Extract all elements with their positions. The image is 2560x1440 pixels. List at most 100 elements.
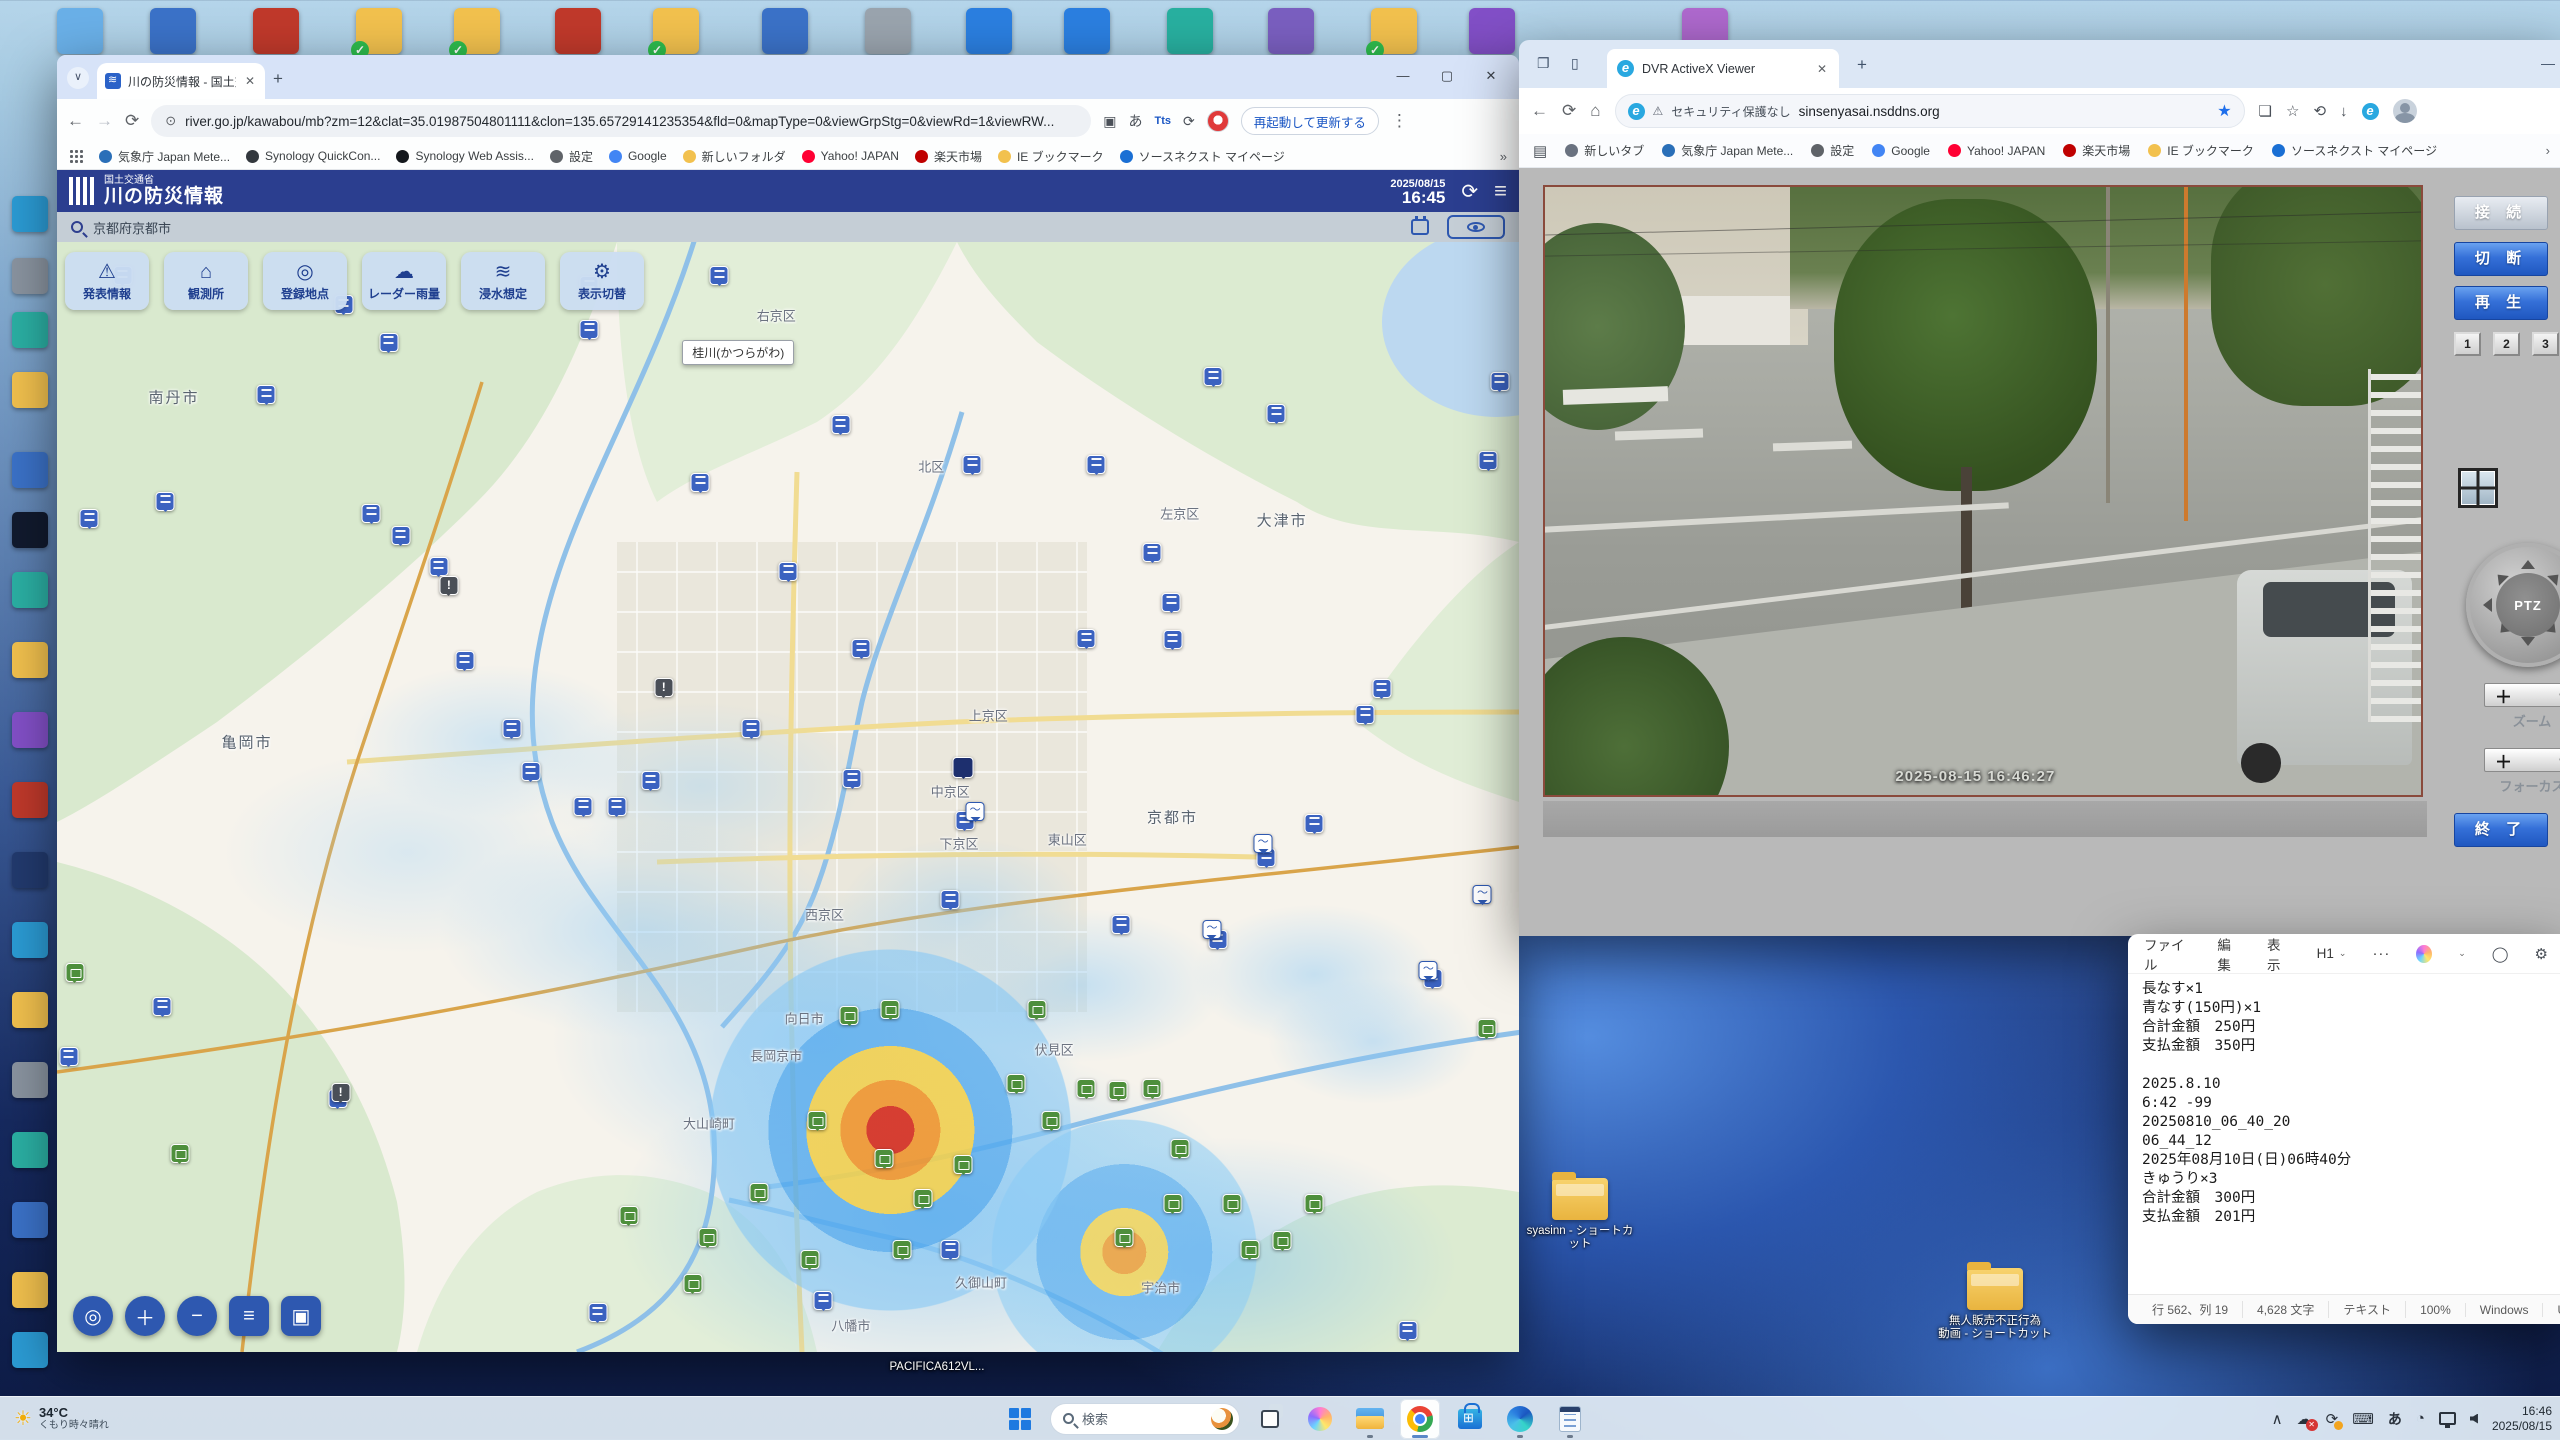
desktop-icon[interactable] — [12, 452, 48, 488]
clock-app-icon[interactable]: ◔ — [2416, 1410, 2425, 1427]
translate-icon[interactable]: あ — [1128, 111, 1142, 131]
chrome-active-tab[interactable]: 川の防災情報 - 国土交通省 ✕ — [97, 63, 265, 99]
desktop-icon[interactable] — [12, 258, 48, 294]
bookmark-item[interactable]: Synology Web Assis... — [396, 149, 534, 163]
widgets-weather-button[interactable]: ☀ 34°C くもり時々晴れ — [0, 1397, 123, 1440]
bookmark-item[interactable]: 楽天市場 — [2063, 142, 2130, 159]
map-tool-表示切替[interactable]: ⚙ 表示切替 — [560, 252, 644, 310]
map-search-bar[interactable]: 京都府京都市 — [57, 212, 1519, 242]
desktop-icon[interactable]: ✓ — [351, 8, 402, 59]
copilot-chevron-icon[interactable]: ⌄ — [2458, 948, 2466, 959]
url-text[interactable]: river.go.jp/kawabou/mb?zm=12&clat=35.019… — [185, 114, 1054, 129]
edge-new-tab-button[interactable]: + — [1857, 55, 1867, 75]
ime-mode-icon[interactable]: あ — [2388, 1409, 2402, 1429]
tts-extension-icon[interactable]: Tts — [1154, 115, 1171, 127]
desktop-icon[interactable] — [12, 1332, 48, 1368]
edge-back-icon[interactable]: ← — [1531, 101, 1548, 121]
ie-mode-badge-icon[interactable]: e — [2361, 102, 2379, 120]
chrome-taskbar-button[interactable] — [1400, 1398, 1440, 1439]
desktop-icon[interactable] — [12, 1272, 48, 1308]
chrome-menu-icon[interactable]: ⋮ — [1391, 111, 1408, 131]
desktop-icon[interactable] — [12, 712, 48, 748]
desktop-icon[interactable] — [1268, 8, 1314, 54]
desktop-icon[interactable] — [12, 312, 48, 348]
start-button[interactable] — [1000, 1399, 1040, 1439]
edge-active-tab[interactable]: e DVR ActiveX Viewer ✕ — [1607, 49, 1839, 88]
bookmarks-overflow-icon[interactable]: » — [1500, 149, 1507, 164]
calendar-icon[interactable] — [1411, 216, 1429, 235]
copilot-button[interactable] — [1300, 1399, 1340, 1439]
desktop-icon[interactable] — [12, 642, 48, 678]
back-icon[interactable]: ← — [67, 111, 84, 131]
bookmark-item[interactable]: Yahoo! JAPAN — [801, 149, 899, 163]
notepad-taskbar-button[interactable] — [1550, 1399, 1590, 1439]
map-canvas[interactable]: !!! 〜〜〜〜〜 北区 右京区 左京区 上京区 中京区 下京区 東山区 西京区 伏見区 京都市 大津… — [57, 242, 1519, 1352]
disconnect-button[interactable]: 切 断 — [2454, 242, 2548, 276]
refresh-icon[interactable]: ⟳ — [1461, 179, 1478, 204]
desktop-icon[interactable] — [762, 8, 808, 54]
style-selector[interactable]: H1 ⌄ — [2317, 946, 2347, 961]
workspaces-icon[interactable]: ❐ — [1537, 55, 1550, 72]
channel-3-button[interactable]: 3 — [2532, 332, 2559, 356]
desktop-icon[interactable] — [12, 1132, 48, 1168]
bookmark-item[interactable]: 設定 — [1811, 142, 1854, 159]
edge-home-icon[interactable]: ⌂ — [1590, 101, 1600, 121]
desktop-icon[interactable] — [12, 372, 48, 408]
desktop-icon[interactable] — [253, 8, 299, 54]
desktop-icon[interactable] — [12, 572, 48, 608]
bookmark-item[interactable]: IE ブックマーク — [2148, 142, 2254, 159]
minimize-button[interactable]: — — [1381, 61, 1425, 91]
camera-panel-button[interactable]: ▣ — [281, 1296, 321, 1336]
zoom-in-icon[interactable]: ＋ — [2495, 683, 2512, 708]
downloads-icon[interactable]: ↓ — [2340, 103, 2348, 120]
map-tool-発表情報[interactable]: ⚠ 発表情報 — [65, 252, 149, 310]
desktop-icon[interactable]: ✓ — [648, 8, 699, 59]
hamburger-menu-icon[interactable]: ≡ — [1494, 178, 1507, 204]
bookmark-item[interactable]: 新しいフォルダ — [682, 148, 786, 165]
connect-button[interactable]: 接 続 — [2454, 196, 2548, 230]
bookmark-item[interactable]: Yahoo! JAPAN — [1947, 144, 2045, 158]
extension-icon[interactable]: ▣ — [1103, 113, 1116, 130]
close-button[interactable]: ✕ — [1469, 61, 1513, 91]
touch-keyboard-icon[interactable]: ⌨ — [2352, 1410, 2374, 1428]
edge-url-text[interactable]: sinsenyasai.nsddns.org — [1799, 104, 2210, 119]
ptz-down-arrow[interactable] — [2521, 637, 2535, 653]
edge-minimize-button[interactable]: — — [2541, 55, 2555, 71]
map-tool-観測所[interactable]: ⌂ 観測所 — [164, 252, 248, 310]
menu-view[interactable]: 表示 — [2267, 934, 2291, 974]
desktop-icon[interactable] — [12, 512, 48, 548]
restart-update-button[interactable]: 再起動して更新する — [1240, 107, 1379, 135]
zoom-control[interactable]: ＋− — [2484, 683, 2560, 707]
history-icon[interactable]: ⟲ — [2313, 102, 2326, 120]
update-icon[interactable]: ⟳ — [2326, 1410, 2344, 1430]
play-button[interactable]: 再 生 — [2454, 286, 2548, 320]
desktop-icon[interactable] — [12, 992, 48, 1028]
desktop-icon-syasinn[interactable]: syasinn - ショートカ ット — [1524, 1172, 1636, 1251]
site-info-icon[interactable]: ⊙ — [165, 113, 176, 129]
favorites-icon[interactable]: ☆ — [2286, 102, 2299, 120]
sync-extension-icon[interactable]: ⟳ — [1183, 113, 1195, 130]
bookmark-item[interactable]: Synology QuickCon... — [246, 149, 380, 163]
settings-gear-icon[interactable]: ⚙ — [2535, 945, 2548, 963]
address-bar[interactable]: ⊙ river.go.jp/kawabou/mb?zm=12&clat=35.0… — [151, 105, 1092, 137]
desktop-icon[interactable] — [12, 196, 48, 232]
bookmark-item[interactable]: IE ブックマーク — [997, 148, 1104, 165]
desktop-icon-muhan[interactable]: 無人販売不正行為 動画 - ショートカット — [1930, 1262, 2060, 1341]
ptz-left-arrow[interactable] — [2476, 598, 2492, 612]
desktop-icon[interactable] — [12, 782, 48, 818]
bookmark-item[interactable]: 気象庁 Japan Mete... — [1662, 142, 1793, 159]
channel-1-button[interactable]: 1 — [2454, 332, 2481, 356]
desktop-icon[interactable] — [966, 8, 1012, 54]
volume-icon[interactable] — [2469, 1413, 2478, 1424]
tray-expand-icon[interactable]: ∧ — [2272, 1410, 2283, 1428]
search-value[interactable]: 京都府京都市 — [93, 218, 1401, 237]
more-options-icon[interactable]: ··· — [2372, 945, 2390, 962]
tab-close-icon[interactable]: ✕ — [243, 74, 257, 88]
reading-list-icon[interactable]: ▤ — [1533, 142, 1547, 160]
desktop-icon[interactable] — [12, 1062, 48, 1098]
desktop-icon[interactable] — [555, 8, 601, 54]
tray-clock[interactable]: 16:46 2025/08/15 — [2492, 1404, 2552, 1434]
bookmark-item[interactable]: 気象庁 Japan Mete... — [99, 148, 230, 165]
split-view-icon[interactable] — [2458, 468, 2498, 508]
edge-reload-icon[interactable]: ⟳ — [1562, 101, 1576, 121]
